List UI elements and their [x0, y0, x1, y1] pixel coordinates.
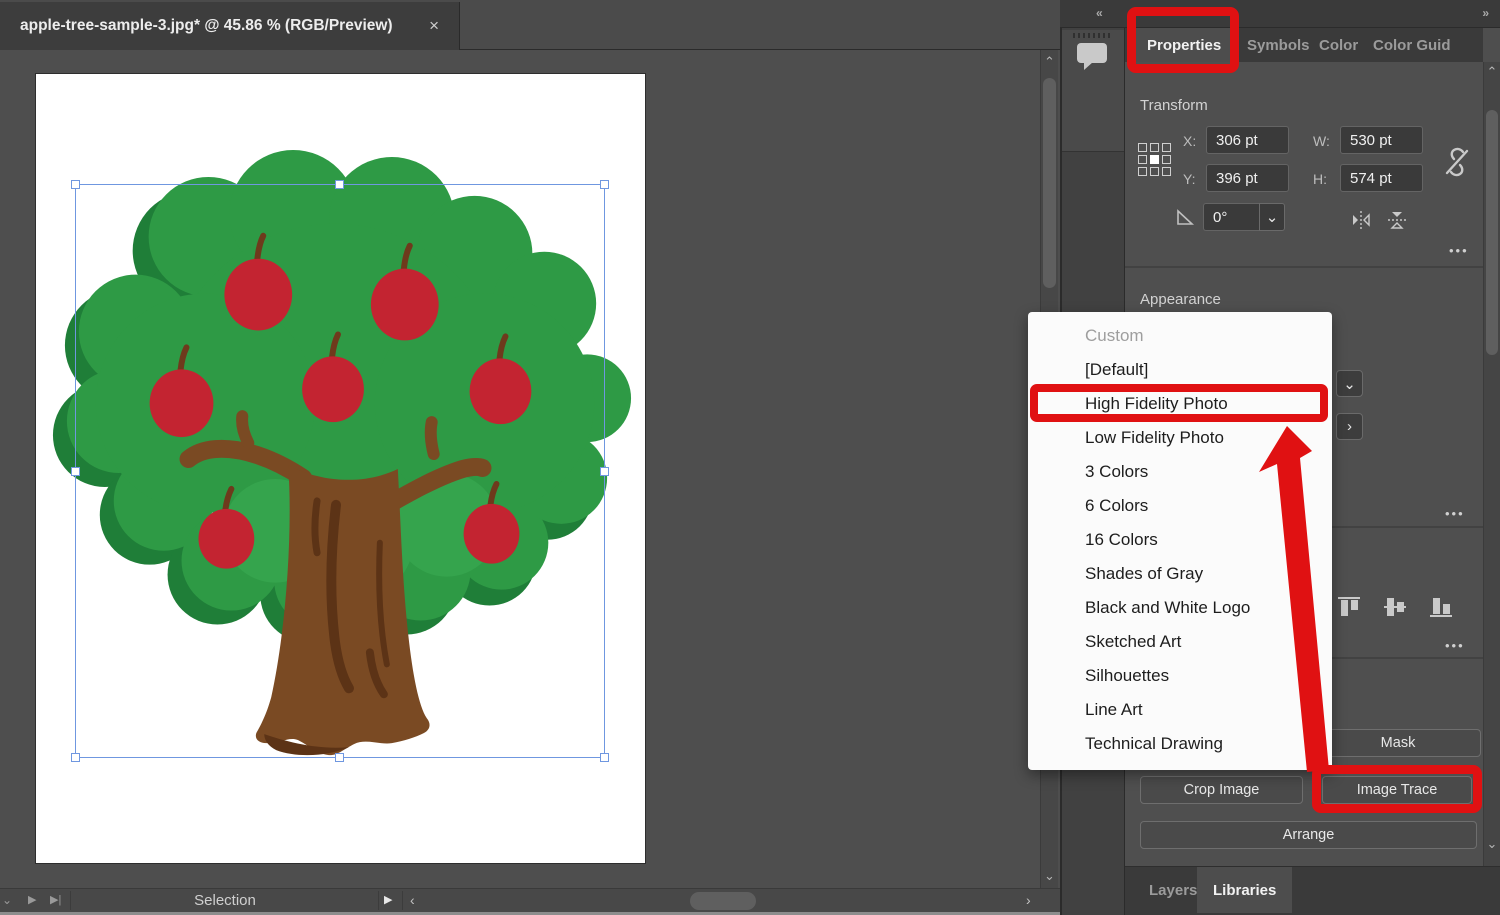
menu-item-default[interactable]: [Default] [1028, 353, 1332, 387]
current-tool-label[interactable]: Selection [72, 889, 378, 912]
canvas-vscroll-thumb[interactable] [1043, 78, 1056, 288]
selection-handle-bottom-left[interactable] [71, 753, 80, 762]
status-divider [402, 891, 403, 910]
menu-item-3-colors[interactable]: 3 Colors [1028, 455, 1332, 489]
selection-handle-mid-right[interactable] [600, 467, 609, 476]
scroll-down-icon[interactable]: ⌄ [1041, 868, 1058, 884]
rotation-dropdown-button[interactable]: ⌄ [1259, 203, 1285, 231]
align-more-options-icon[interactable]: ••• [1445, 638, 1465, 653]
flip-horizontal-icon[interactable] [1350, 209, 1372, 231]
open-appearance-panel-button[interactable]: › [1336, 413, 1363, 440]
status-play-icon[interactable]: ▶ [384, 889, 392, 911]
image-trace-button[interactable]: Image Trace [1322, 776, 1472, 804]
panel-vertical-scrollbar[interactable]: ⌃ ⌄ [1483, 62, 1500, 866]
selection-handle-top-left[interactable] [71, 180, 80, 189]
scroll-left-icon[interactable]: ‹ [410, 889, 415, 911]
chevron-down-icon: ⌄ [1266, 208, 1279, 226]
transform-section-title: Transform [1140, 97, 1208, 114]
panel-bottom-tab-bar: Layers Libraries [1125, 866, 1500, 915]
align-vertical-center-icon[interactable] [1381, 593, 1409, 621]
close-document-icon[interactable]: × [425, 16, 443, 36]
tab-libraries[interactable]: Libraries [1197, 867, 1292, 913]
scroll-down-icon[interactable]: ⌄ [1484, 836, 1500, 852]
w-input[interactable]: 530 pt [1340, 126, 1423, 154]
document-tab[interactable]: apple-tree-sample-3.jpg* @ 45.86 % (RGB/… [0, 2, 460, 50]
w-label: W: [1313, 133, 1330, 149]
last-artboard-icon[interactable]: ▶| [50, 889, 61, 911]
tab-properties[interactable]: Properties [1133, 28, 1235, 62]
scroll-up-icon[interactable]: ⌃ [1484, 64, 1500, 80]
document-title: apple-tree-sample-3.jpg* @ 45.86 % (RGB/… [20, 17, 425, 35]
align-vertical-bottom-icon[interactable] [1427, 593, 1455, 621]
menu-item-technical-drawing[interactable]: Technical Drawing [1028, 727, 1332, 761]
menu-item-6-colors[interactable]: 6 Colors [1028, 489, 1332, 523]
arrange-button[interactable]: Arrange [1140, 821, 1477, 849]
mask-button[interactable]: Mask [1315, 729, 1481, 757]
selection-handle-top-right[interactable] [600, 180, 609, 189]
appearance-section-title: Appearance [1140, 291, 1221, 308]
status-divider [378, 891, 379, 910]
status-dropdown-icon[interactable]: ⌄ [2, 889, 12, 911]
scroll-right-icon[interactable]: › [1026, 889, 1031, 911]
canvas-hscroll-thumb[interactable] [690, 892, 756, 910]
comment-bubble-icon[interactable] [1076, 41, 1110, 71]
panel-tab-bar: Properties Symbols Color Color Guid [1125, 28, 1483, 62]
status-bar: ⌄ ▶ ▶| Selection ▶ ‹ › [0, 888, 1060, 912]
menu-item-silhouettes[interactable]: Silhouettes [1028, 659, 1332, 693]
selection-handle-bottom-center[interactable] [335, 753, 344, 762]
menu-item-high-fidelity-photo[interactable]: High Fidelity Photo [1028, 387, 1332, 421]
section-divider [1125, 266, 1483, 268]
h-input[interactable]: 574 pt [1340, 164, 1423, 192]
align-vertical-top-icon[interactable] [1335, 593, 1363, 621]
document-tab-bar: apple-tree-sample-3.jpg* @ 45.86 % (RGB/… [0, 0, 1060, 50]
transform-more-options-icon[interactable]: ••• [1449, 243, 1469, 258]
x-label: X: [1183, 133, 1196, 149]
reference-point-locator[interactable] [1138, 143, 1171, 176]
status-divider [70, 891, 71, 910]
selection-handle-top-center[interactable] [335, 180, 344, 189]
next-artboard-icon[interactable]: ▶ [28, 889, 36, 911]
comments-panel-cell[interactable] [1062, 30, 1124, 152]
canvas-area: ⌃ ⌄ [0, 50, 1060, 888]
menu-item-sketched-art[interactable]: Sketched Art [1028, 625, 1332, 659]
h-label: H: [1313, 171, 1327, 187]
collapse-panel-left-icon[interactable]: « [1096, 6, 1102, 20]
menu-item-shades-of-gray[interactable]: Shades of Gray [1028, 557, 1332, 591]
menu-item-16-colors[interactable]: 16 Colors [1028, 523, 1332, 557]
menu-item-low-fidelity-photo[interactable]: Low Fidelity Photo [1028, 421, 1332, 455]
x-input[interactable]: 306 pt [1206, 126, 1289, 154]
y-label: Y: [1183, 171, 1195, 187]
menu-item-custom[interactable]: Custom [1028, 319, 1332, 353]
selection-bounding-box [75, 184, 605, 758]
chevron-down-icon: ⌄ [1343, 375, 1356, 393]
rotation-angle-icon [1176, 208, 1196, 226]
opacity-dropdown-button[interactable]: ⌄ [1336, 370, 1363, 397]
tab-color-guide[interactable]: Color Guid [1359, 28, 1465, 62]
panel-scroll-thumb[interactable] [1486, 110, 1498, 355]
menu-item-line-art[interactable]: Line Art [1028, 693, 1332, 727]
menu-item-black-and-white-logo[interactable]: Black and White Logo [1028, 591, 1332, 625]
crop-image-button[interactable]: Crop Image [1140, 776, 1303, 804]
panel-top-bar: « » [1060, 0, 1500, 28]
flip-vertical-icon[interactable] [1386, 209, 1408, 231]
selection-handle-bottom-right[interactable] [600, 753, 609, 762]
image-trace-preset-menu: Custom [Default] High Fidelity Photo Low… [1028, 312, 1332, 770]
y-input[interactable]: 396 pt [1206, 164, 1289, 192]
selection-handle-mid-left[interactable] [71, 467, 80, 476]
chevron-right-icon: › [1347, 418, 1352, 435]
expand-panel-right-icon[interactable]: » [1482, 6, 1488, 20]
rotation-input[interactable]: 0° [1203, 203, 1259, 231]
scroll-up-icon[interactable]: ⌃ [1041, 54, 1058, 70]
panel-grip-handle[interactable] [1073, 33, 1113, 38]
constrain-proportions-broken-link-icon[interactable] [1442, 145, 1472, 179]
appearance-more-options-icon[interactable]: ••• [1445, 506, 1465, 521]
